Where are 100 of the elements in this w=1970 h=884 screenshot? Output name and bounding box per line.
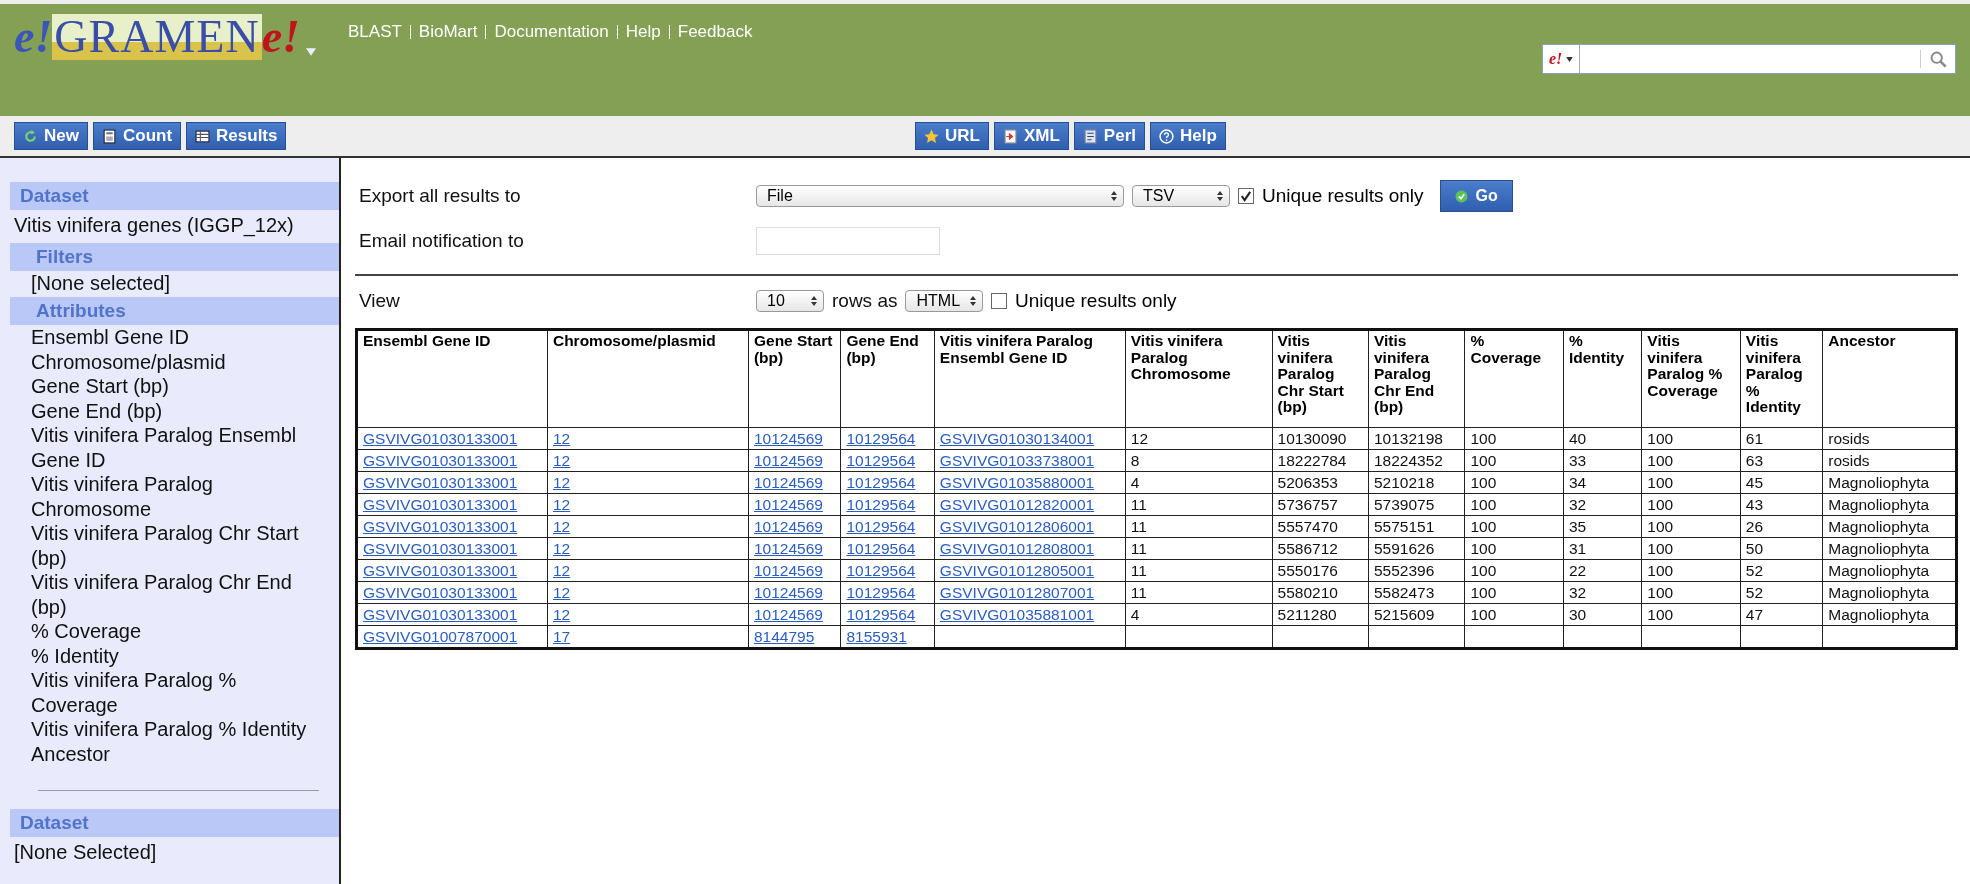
column-header: Vitis vinifera Paralog % Identity xyxy=(1740,329,1823,428)
go-button[interactable]: Go xyxy=(1439,180,1513,212)
table-cell: 100 xyxy=(1641,559,1741,582)
check-icon xyxy=(1454,189,1468,203)
sidebar-item[interactable]: Vitis vinifera Paralog % Coverage xyxy=(10,668,339,717)
calculator-icon xyxy=(101,128,117,144)
table-cell: 100 xyxy=(1641,515,1741,538)
table-cell: 11 xyxy=(1125,537,1273,560)
table-cell: 100 xyxy=(1641,537,1741,560)
table-link[interactable]: 12 xyxy=(552,429,571,447)
table-cell: 5550176 xyxy=(1272,559,1369,582)
table-link[interactable]: 12 xyxy=(552,517,571,535)
sidebar-item[interactable]: Vitis vinifera Paralog Chromosome xyxy=(10,472,339,521)
table-cell: 100 xyxy=(1641,449,1741,472)
table-cell: 8 xyxy=(1125,449,1273,472)
toolbar-button[interactable]: Perl xyxy=(1073,122,1145,150)
toolbar-button[interactable]: Count xyxy=(92,122,182,150)
sidebar-item: [None Selected] xyxy=(13,840,158,865)
table-cell: 4 xyxy=(1125,471,1273,494)
table-cell: 100 xyxy=(1464,427,1564,450)
sidebar-item[interactable]: Chromosome/plasmid xyxy=(10,349,339,374)
checkbox[interactable] xyxy=(991,293,1008,309)
table-cell: 5552396 xyxy=(1368,559,1465,582)
table-cell: 5557470 xyxy=(1272,515,1369,538)
table-cell: 34 xyxy=(1563,471,1642,494)
destination-dropdown[interactable]: File xyxy=(756,185,1124,207)
table-cell: 11 xyxy=(1125,493,1273,516)
table-cell: 5580210 xyxy=(1272,581,1369,604)
table-link[interactable]: 12 xyxy=(552,539,571,557)
table-link[interactable]: 12 xyxy=(552,451,571,469)
table-cell: 5206353 xyxy=(1272,471,1369,494)
column-header: Gene End (bp) xyxy=(840,329,935,428)
table-cell: 43 xyxy=(1740,493,1823,516)
sidebar-item[interactable]: % Coverage xyxy=(10,619,339,644)
sidebar-item[interactable]: [None selected] xyxy=(10,270,339,295)
table-cell: 5586712 xyxy=(1272,537,1369,560)
format-dropdown[interactable]: TSV xyxy=(1132,185,1230,207)
caret-icon[interactable] xyxy=(1566,56,1574,62)
table-cell: 5215609 xyxy=(1368,603,1465,626)
export-label: Export all results to xyxy=(358,185,522,207)
column-header: % Coverage xyxy=(1464,329,1564,428)
toolbar-button[interactable]: Help xyxy=(1150,122,1226,150)
view-label: View xyxy=(358,290,401,312)
sidebar-item[interactable]: Ensembl Gene ID xyxy=(10,325,339,350)
search-field[interactable]: e! xyxy=(1542,44,1956,74)
table-cell: 100 xyxy=(1464,449,1564,472)
table-cell: 5575151 xyxy=(1368,515,1465,538)
sidebar-item[interactable]: Vitis vinifera Paralog Ensembl Gene ID xyxy=(10,423,339,472)
sidebar-item[interactable]: Gene Start (bp) xyxy=(10,374,339,399)
table-cell: 26 xyxy=(1740,515,1823,538)
table-cell: 10130090 xyxy=(1272,427,1369,450)
table-cell: 10132198 xyxy=(1368,427,1465,450)
column-header: Vitis vinifera Paralog % Coverage xyxy=(1641,329,1741,428)
table-link[interactable]: 12 xyxy=(552,605,571,623)
table-cell: 18222784 xyxy=(1272,449,1369,472)
format-dropdown[interactable]: HTML xyxy=(905,290,984,312)
table-cell: 11 xyxy=(1125,581,1273,604)
table-cell: 100 xyxy=(1641,581,1741,604)
table-cell: 100 xyxy=(1641,427,1741,450)
column-header: Vitis vinifera Paralog Ensembl Gene ID xyxy=(934,329,1126,428)
star-icon xyxy=(924,128,939,144)
table-link[interactable]: 12 xyxy=(552,583,571,601)
checkbox[interactable] xyxy=(1238,188,1254,204)
table-cell: 100 xyxy=(1641,603,1741,626)
table-cell: 12 xyxy=(1125,427,1273,450)
table-cell: 5582473 xyxy=(1368,581,1465,604)
help-icon xyxy=(1159,128,1174,144)
sidebar-item[interactable]: Ancestor xyxy=(10,741,339,766)
rows-dropdown[interactable]: 10 xyxy=(756,290,824,312)
column-header: Vitis vinifera Paralog Chromosome xyxy=(1125,329,1273,428)
column-header: % Identity xyxy=(1563,329,1642,428)
sidebar-item[interactable]: Vitis vinifera Paralog % Identity xyxy=(10,717,339,742)
column-header: Vitis vinifera Paralog Chr End (bp) xyxy=(1368,329,1465,428)
table-link[interactable]: 12 xyxy=(552,473,571,491)
table-link[interactable]: 12 xyxy=(552,495,571,513)
table-cell: 5736757 xyxy=(1272,493,1369,516)
table-cell: 100 xyxy=(1641,493,1741,516)
sidebar-item: Vitis vinifera genes (IGGP_12x) xyxy=(13,213,295,239)
stepper-arrows-icon[interactable] xyxy=(1217,191,1223,201)
toolbar-button[interactable]: Results xyxy=(186,122,287,150)
stepper-arrows-icon[interactable] xyxy=(1111,191,1117,201)
sidebar-item[interactable]: % Identity xyxy=(10,643,339,668)
table-cell: 100 xyxy=(1464,559,1564,582)
stepper-arrows-icon[interactable] xyxy=(811,296,817,306)
table-link[interactable]: 12 xyxy=(552,561,571,579)
stepper-arrows-icon[interactable] xyxy=(970,296,977,306)
table-cell: 5210218 xyxy=(1368,471,1465,494)
table-cell: 5739075 xyxy=(1368,493,1465,516)
column-header: Gene Start (bp) xyxy=(748,329,841,428)
email-field[interactable] xyxy=(756,227,940,255)
rows-as-label: rows as xyxy=(832,290,898,312)
sidebar-item[interactable]: Vitis vinifera Paralog Chr End (bp) xyxy=(10,570,339,619)
toolbar-button[interactable]: XML xyxy=(993,122,1069,150)
table-link[interactable]: 17 xyxy=(552,627,571,645)
toolbar-button[interactable]: URL xyxy=(915,122,989,150)
table-cell: 63 xyxy=(1740,449,1823,472)
table-cell: 11 xyxy=(1125,559,1273,582)
sidebar-item[interactable]: Gene End (bp) xyxy=(10,398,339,423)
toolbar-button[interactable]: New xyxy=(14,122,88,150)
sidebar-item[interactable]: Vitis vinifera Paralog Chr Start (bp) xyxy=(10,521,339,570)
